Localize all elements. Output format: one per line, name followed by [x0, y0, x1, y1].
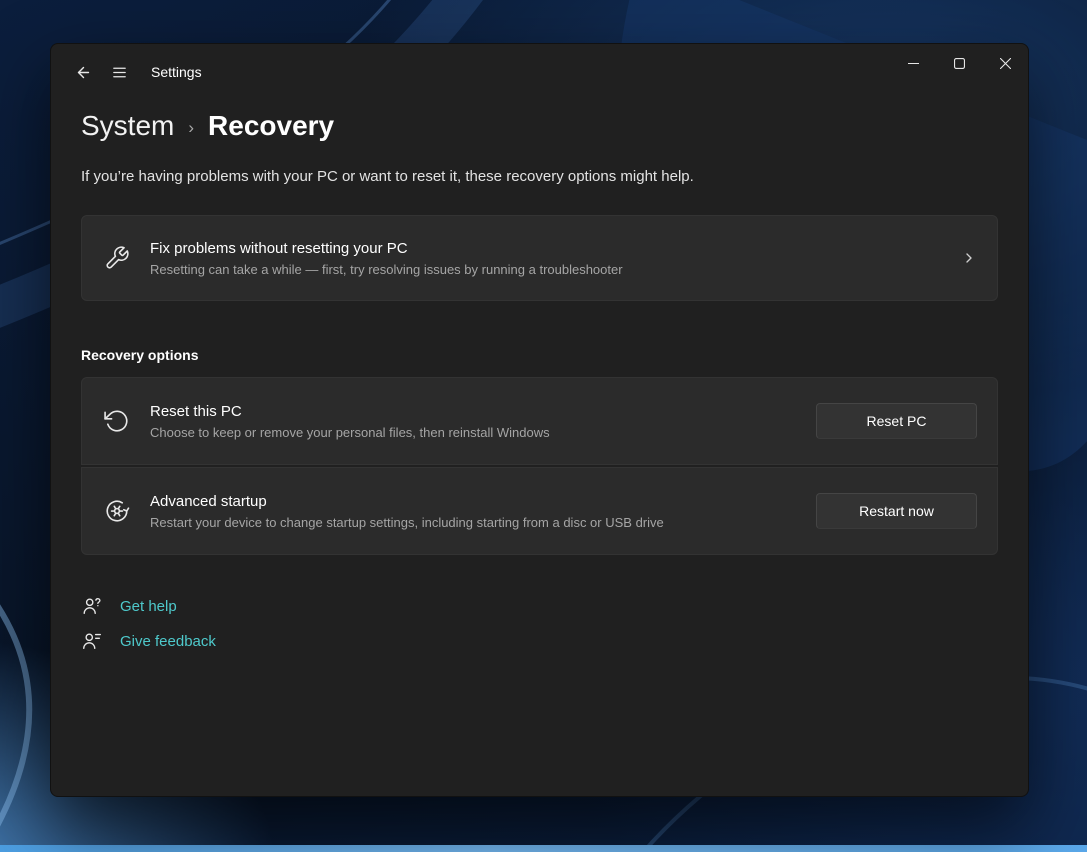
minimize-button[interactable]: [890, 44, 936, 82]
advanced-startup-subtitle: Restart your device to change startup se…: [150, 515, 664, 530]
advanced-startup-card-text: Advanced startup Restart your device to …: [150, 493, 664, 530]
troubleshoot-subtitle: Resetting can take a while — first, try …: [150, 262, 623, 277]
section-header: Recovery options: [81, 347, 998, 363]
reset-pc-subtitle: Choose to keep or remove your personal f…: [150, 425, 550, 440]
back-arrow-icon: [75, 64, 92, 81]
get-help-icon: [81, 595, 103, 617]
reset-pc-card: Reset this PC Choose to keep or remove y…: [81, 377, 998, 465]
titlebar: Settings: [51, 44, 1028, 100]
app-title: Settings: [151, 64, 202, 80]
chevron-right-icon: [961, 250, 977, 266]
troubleshoot-title: Fix problems without resetting your PC: [150, 240, 623, 257]
page-description: If you’re having problems with your PC o…: [81, 168, 998, 185]
advanced-startup-card: Advanced startup Restart your device to …: [81, 467, 998, 555]
maximize-button[interactable]: [936, 44, 982, 82]
close-icon: [1000, 58, 1011, 69]
give-feedback-link[interactable]: Give feedback: [81, 630, 216, 652]
page-content: System › Recovery If you’re having probl…: [51, 110, 1028, 652]
breadcrumb: System › Recovery: [81, 110, 998, 142]
caption-controls: [890, 44, 1028, 82]
minimize-icon: [908, 58, 919, 69]
give-feedback-label: Give feedback: [120, 633, 216, 650]
breadcrumb-separator-icon: ›: [188, 118, 194, 138]
reset-pc-title: Reset this PC: [150, 403, 550, 420]
back-button[interactable]: [65, 55, 101, 89]
reset-pc-icon: [102, 408, 132, 434]
get-help-link[interactable]: Get help: [81, 595, 177, 617]
breadcrumb-system[interactable]: System: [81, 110, 174, 142]
settings-window: Settings System › Recovery: [50, 43, 1029, 797]
reset-pc-card-text: Reset this PC Choose to keep or remove y…: [150, 403, 550, 440]
give-feedback-icon: [81, 630, 103, 652]
close-button[interactable]: [982, 44, 1028, 82]
advanced-startup-icon: [102, 498, 132, 524]
reset-pc-button[interactable]: Reset PC: [816, 403, 977, 439]
recovery-options-group: Reset this PC Choose to keep or remove y…: [81, 377, 998, 555]
wrench-icon: [102, 245, 132, 271]
troubleshoot-card[interactable]: Fix problems without resetting your PC R…: [81, 215, 998, 301]
menu-button[interactable]: [101, 55, 137, 89]
restart-now-button[interactable]: Restart now: [816, 493, 977, 529]
help-links: Get help Give feedback: [81, 595, 998, 652]
advanced-startup-title: Advanced startup: [150, 493, 664, 510]
wallpaper-bottom-strip: [0, 845, 1087, 852]
hamburger-icon: [111, 64, 128, 81]
get-help-label: Get help: [120, 598, 177, 615]
maximize-icon: [954, 58, 965, 69]
troubleshoot-card-text: Fix problems without resetting your PC R…: [150, 240, 623, 277]
breadcrumb-recovery: Recovery: [208, 110, 334, 142]
